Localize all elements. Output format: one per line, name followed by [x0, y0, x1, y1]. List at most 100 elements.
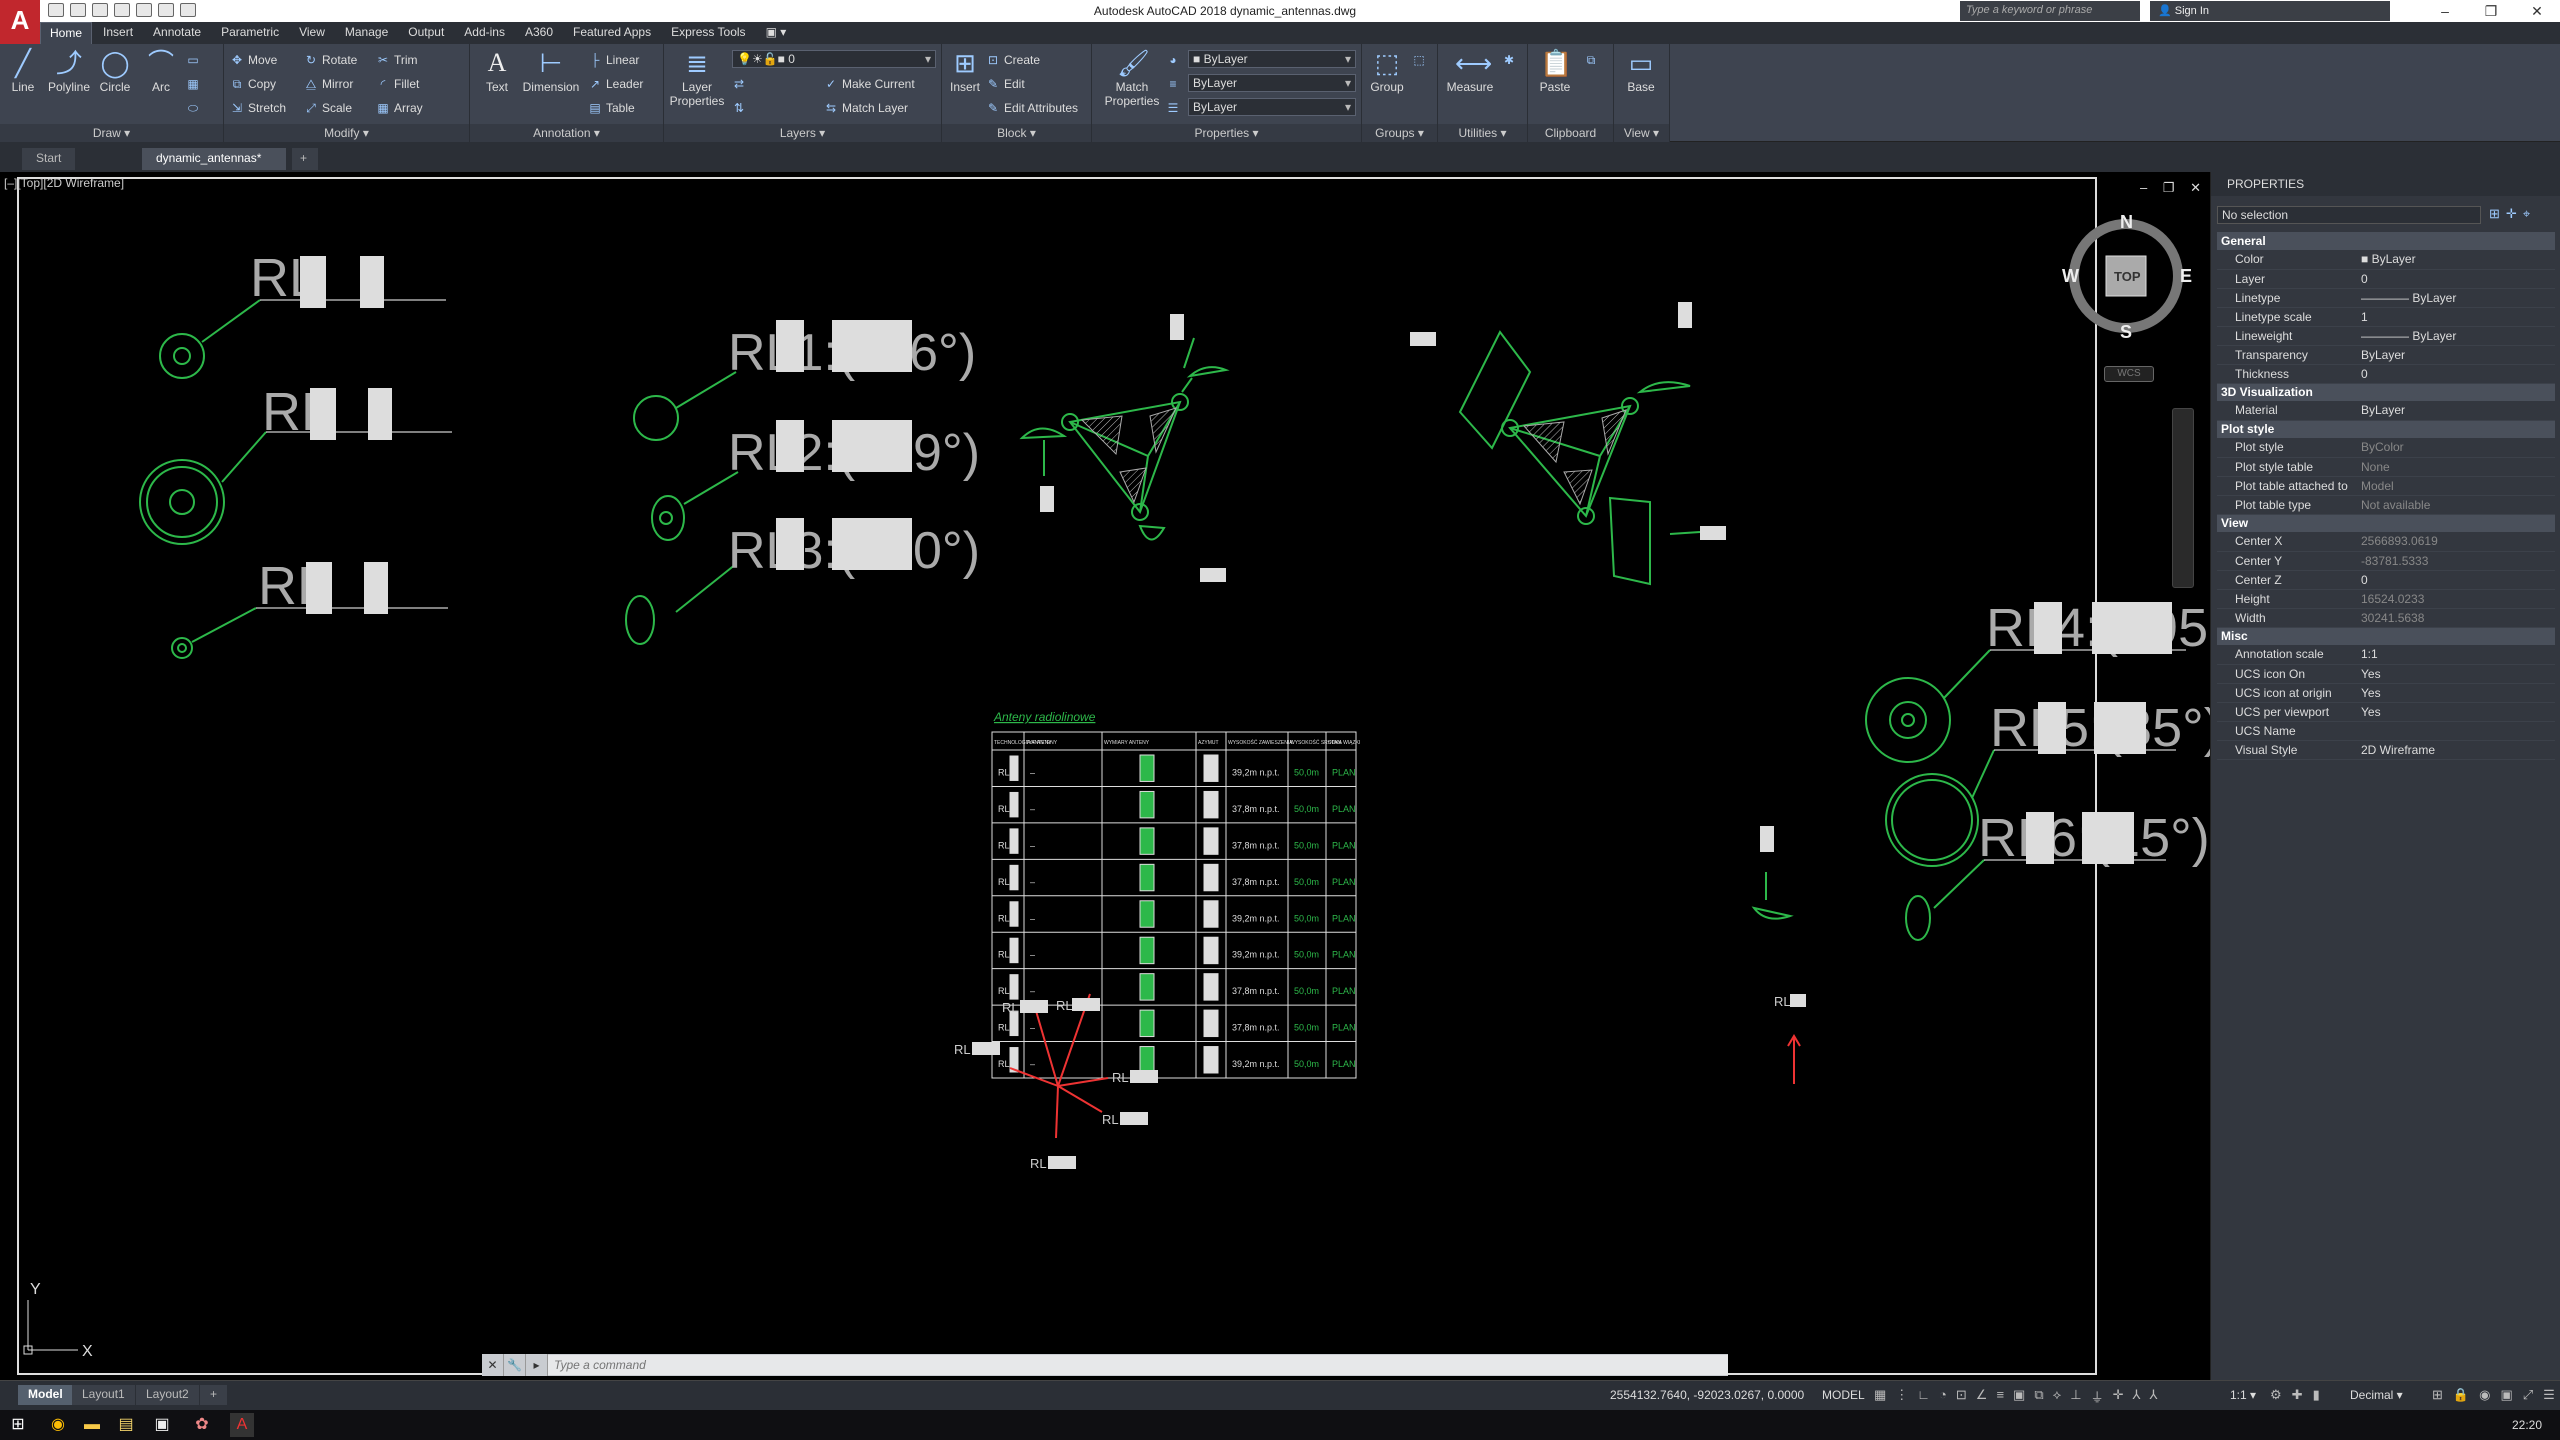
dynamic-ucs-icon[interactable]: ⊥: [2070, 1387, 2081, 1406]
property-row[interactable]: Lineweight ———— ByLayer: [2217, 326, 2555, 346]
settings-app-icon[interactable]: ✿: [190, 1413, 214, 1437]
rotate-button[interactable]: ↻ Rotate: [304, 50, 357, 70]
property-row[interactable]: Thickness 0: [2217, 364, 2555, 384]
table-button[interactable]: ▤ Table: [588, 98, 634, 118]
ribbon-tab-home[interactable]: Home: [40, 22, 93, 44]
mirror-button[interactable]: ⧋ Mirror: [304, 74, 354, 94]
property-row[interactable]: UCS Name: [2217, 721, 2555, 741]
scale-button[interactable]: ⤢ Scale: [304, 98, 352, 118]
layer-properties-button[interactable]: ≣ Layer Properties: [666, 48, 728, 108]
paste-button[interactable]: 📋 Paste: [1532, 48, 1578, 94]
property-row[interactable]: Linetype scale 1: [2217, 307, 2555, 327]
text-button[interactable]: A Text: [474, 48, 520, 94]
annotation-monitor-icon[interactable]: ✚: [2292, 1387, 2303, 1403]
recent-commands-icon[interactable]: ▸: [526, 1354, 548, 1376]
ribbon-tab-overflow-icon[interactable]: ▣ ▾: [757, 22, 796, 44]
property-section-header[interactable]: 3D Visualization: [2217, 383, 2555, 401]
property-row[interactable]: Annotation scale 1:1: [2217, 645, 2555, 665]
dimension-button[interactable]: ⊢ Dimension: [520, 48, 582, 94]
layer-tools-row1[interactable]: ⇄: [732, 74, 750, 94]
antenna-table[interactable]: Anteny radiolinowe TECHNOLOGIA ANTENYTYP…: [991, 710, 1360, 1079]
wcs-menu[interactable]: WCS: [2104, 366, 2154, 382]
units-dropdown[interactable]: Decimal ▾: [2350, 1388, 2403, 1402]
property-value[interactable]: Yes: [2357, 683, 2555, 703]
ribbon-tab-add-ins[interactable]: Add-ins: [455, 22, 514, 44]
property-value[interactable]: None: [2357, 457, 2555, 477]
new-tab-button[interactable]: +: [292, 148, 318, 170]
navigation-bar[interactable]: [2172, 408, 2194, 588]
property-row[interactable]: Center X 2566893.0619: [2217, 532, 2555, 552]
ribbon-tab-manage[interactable]: Manage: [336, 22, 397, 44]
fillet-button[interactable]: ◜ Fillet: [376, 74, 420, 94]
property-value[interactable]: -83781.5333: [2357, 551, 2555, 571]
circle-button[interactable]: ◯ Circle: [92, 48, 138, 94]
lineweight-toggle-icon[interactable]: ≡: [1996, 1387, 2004, 1406]
ribbon-tab-featured-apps[interactable]: Featured Apps: [564, 22, 660, 44]
snap-icon[interactable]: ⋮: [1895, 1387, 1908, 1406]
layout1-tab[interactable]: Layout1: [72, 1385, 135, 1405]
start-tab[interactable]: Start: [22, 148, 76, 170]
linetype-dropdown[interactable]: ByLayer: [1188, 98, 1356, 116]
property-value[interactable]: ———— ByLayer: [2357, 326, 2555, 346]
property-row[interactable]: Color ■ ByLayer: [2217, 250, 2555, 270]
chrome-icon[interactable]: ◉: [46, 1413, 70, 1437]
property-row[interactable]: Width 30241.5638: [2217, 608, 2555, 628]
units-bar-icon[interactable]: ▮: [2313, 1387, 2320, 1403]
transparency-icon[interactable]: ▣: [2013, 1387, 2025, 1406]
annotation-visibility-icon[interactable]: ⅄: [2132, 1387, 2140, 1406]
property-row[interactable]: Plot style ByColor: [2217, 438, 2555, 458]
coordinates-readout[interactable]: 2554132.7640, -92023.0267, 0.0000: [1610, 1388, 1804, 1402]
model-tab[interactable]: Model: [18, 1385, 73, 1405]
property-value[interactable]: Yes: [2357, 664, 2555, 684]
viewport-window-controls[interactable]: – ❐ ✕: [2140, 180, 2207, 196]
edit-attributes-button[interactable]: ✎ Edit Attributes: [986, 98, 1078, 118]
customization-icon[interactable]: ☰: [2543, 1387, 2555, 1403]
property-row[interactable]: UCS per viewport Yes: [2217, 702, 2555, 722]
annotation-panel-title[interactable]: Annotation ▾: [470, 124, 663, 142]
osnap-icon[interactable]: ⊡: [1956, 1387, 1967, 1406]
property-value[interactable]: 0: [2357, 570, 2555, 590]
property-row[interactable]: Visual Style 2D Wireframe: [2217, 740, 2555, 760]
polar-icon[interactable]: ◔: [1939, 1387, 1947, 1406]
property-row[interactable]: Layer 0: [2217, 269, 2555, 289]
property-value[interactable]: ByLayer: [2357, 345, 2555, 365]
property-value[interactable]: Model: [2357, 476, 2555, 496]
auto-scale-icon[interactable]: ⅄: [2149, 1387, 2157, 1406]
property-row[interactable]: Plot table attached to Model: [2217, 476, 2555, 496]
property-row[interactable]: Transparency ByLayer: [2217, 345, 2555, 365]
block-panel-title[interactable]: Block ▾: [942, 124, 1091, 142]
insert-button[interactable]: ⊞ Insert: [942, 48, 988, 94]
leader-button[interactable]: ↗ Leader: [588, 74, 643, 94]
lineweight-dropdown[interactable]: ByLayer: [1188, 74, 1356, 92]
quick-select-icon[interactable]: ⌖: [2523, 206, 2536, 221]
ribbon-tab-view[interactable]: View: [290, 22, 334, 44]
selection-cycling-icon[interactable]: ⧉: [2034, 1387, 2043, 1406]
lock-ui-icon[interactable]: 🔒: [2453, 1387, 2469, 1403]
base-view-button[interactable]: ▭ Base: [1618, 48, 1664, 94]
property-section-header[interactable]: General: [2217, 232, 2555, 250]
otrack-icon[interactable]: ∠: [1976, 1387, 1988, 1406]
measure-button[interactable]: ⟷ Measure: [1442, 48, 1498, 94]
property-section-header[interactable]: Misc: [2217, 627, 2555, 645]
quick-properties-icon[interactable]: ⊞: [2432, 1387, 2443, 1403]
properties-panel-title[interactable]: Properties ▾: [1092, 124, 1361, 142]
close-icon[interactable]: ✕: [482, 1354, 504, 1376]
ungroup-button[interactable]: ⬚: [1412, 50, 1430, 70]
view-panel-title[interactable]: View ▾: [1614, 124, 1669, 142]
grid-icon[interactable]: ▦: [1874, 1387, 1886, 1406]
linear-button[interactable]: ├ Linear: [588, 50, 640, 70]
ribbon-tab-express-tools[interactable]: Express Tools: [662, 22, 754, 44]
property-value[interactable]: 1:1: [2357, 645, 2555, 665]
property-value[interactable]: 2D Wireframe: [2357, 740, 2555, 760]
ribbon-tab-a360[interactable]: A360: [516, 22, 562, 44]
property-row[interactable]: UCS icon On Yes: [2217, 664, 2555, 684]
match-properties-button[interactable]: 🖌 Match Properties: [1104, 48, 1160, 108]
copy-button[interactable]: ⧉ Copy: [230, 74, 276, 94]
drawing-tab[interactable]: dynamic_antennas*: [142, 148, 286, 170]
sign-in-button[interactable]: 👤 Sign In: [2150, 1, 2390, 21]
minimize-button[interactable]: –: [2422, 0, 2468, 22]
drawing-viewport[interactable]: RL RL RL RL1:(116°) RL2:(339°): [0, 172, 2210, 1380]
draw-panel-title[interactable]: Draw ▾: [0, 124, 223, 142]
ortho-icon[interactable]: ∟: [1917, 1387, 1930, 1406]
property-row[interactable]: Material ByLayer: [2217, 401, 2555, 421]
